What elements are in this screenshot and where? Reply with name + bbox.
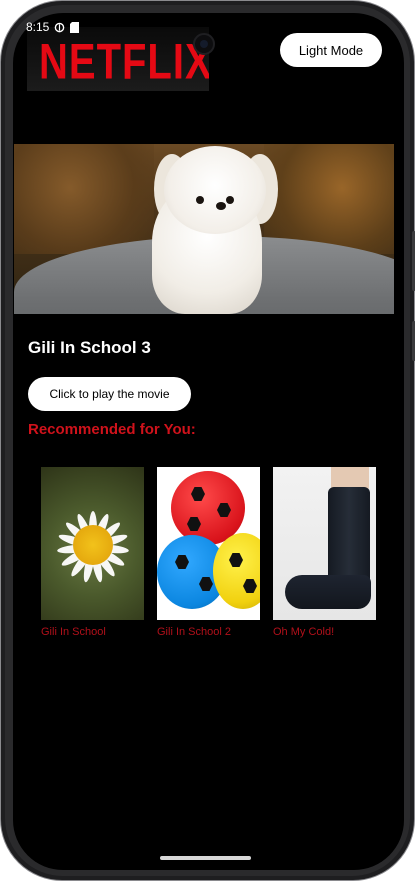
status-time: 8:15: [26, 20, 50, 34]
data-saver-icon: [55, 22, 65, 32]
recommendations-heading: Recommended for You:: [28, 421, 196, 438]
recommendation-card[interactable]: Gili In School: [41, 467, 144, 638]
recommendation-card[interactable]: Gili In School 2: [157, 467, 260, 638]
netflix-logo: NETFLIX: [27, 27, 209, 91]
recommendation-card[interactable]: Oh My Cold!: [273, 467, 376, 638]
sd-card-icon: [70, 21, 80, 33]
balls-thumbnail[interactable]: [157, 467, 260, 620]
play-movie-button[interactable]: Click to play the movie: [28, 377, 191, 411]
sock-thumbnail[interactable]: [273, 467, 376, 620]
logo-text: NETFLIX: [39, 34, 209, 90]
featured-title: Gili In School 3: [28, 338, 151, 357]
featured-image: [14, 144, 394, 314]
app-screen: [13, 13, 404, 870]
home-indicator[interactable]: [160, 856, 251, 860]
status-bar: 8:15: [26, 19, 80, 35]
front-camera: [193, 33, 215, 55]
phone-frame: 8:15 NETFLIX Light Mode Gili In School 3…: [0, 0, 415, 881]
recommendation-title[interactable]: Gili In School 2: [157, 626, 260, 638]
daisy-thumbnail[interactable]: [41, 467, 144, 620]
recommendation-title[interactable]: Gili In School: [41, 626, 144, 638]
light-mode-button[interactable]: Light Mode: [280, 33, 382, 67]
recommendation-title[interactable]: Oh My Cold!: [273, 626, 376, 638]
